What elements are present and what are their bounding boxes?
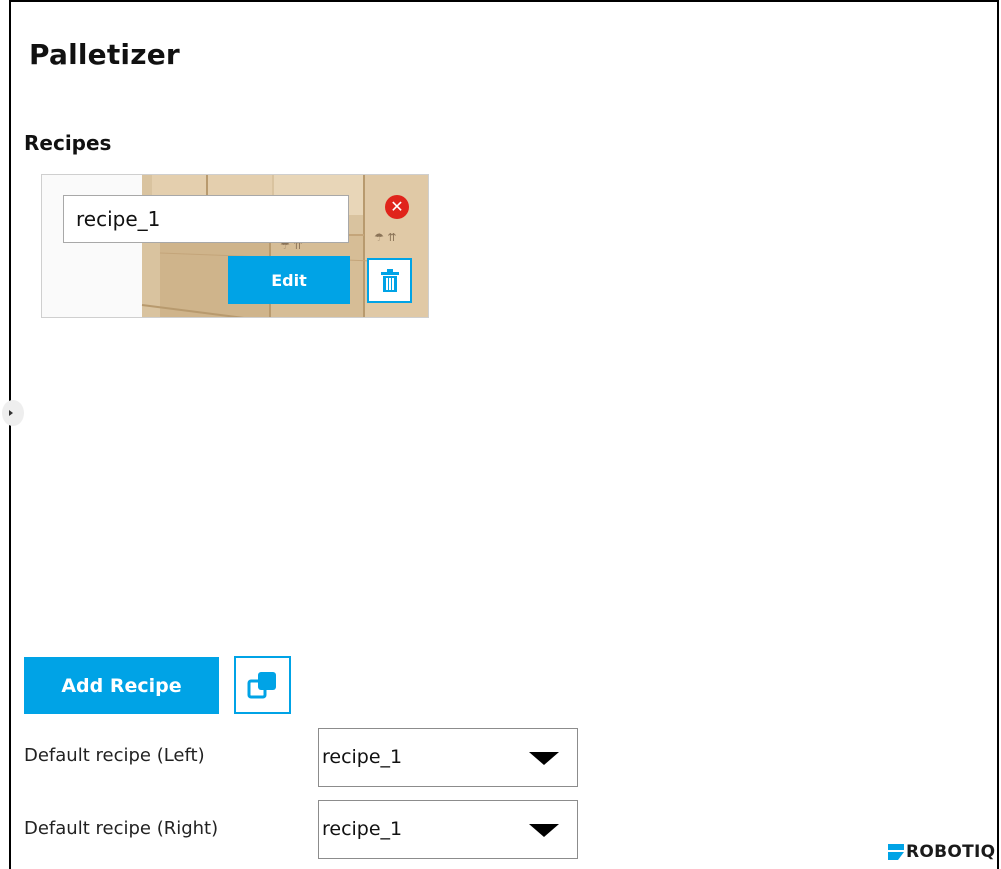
side-panel-handle-icon[interactable] — [2, 400, 24, 426]
recipe-card: ☂ ⇈ ☂ ⇈ ✕ Edit — [41, 174, 429, 318]
copy-recipe-button[interactable] — [234, 656, 291, 714]
robotiq-logo: ROBOTIQ — [888, 841, 995, 863]
page-title: Palletizer — [29, 38, 180, 71]
edit-recipe-button[interactable]: Edit — [228, 256, 350, 304]
logo-text: ROBOTIQ — [906, 842, 996, 862]
default-recipe-right-value: recipe_1 — [322, 818, 403, 840]
close-icon[interactable]: ✕ — [385, 195, 409, 219]
svg-text:☂ ⇈: ☂ ⇈ — [374, 231, 397, 244]
add-recipe-button[interactable]: Add Recipe — [24, 657, 219, 714]
chevron-down-icon — [529, 824, 559, 837]
default-recipe-right-label: Default recipe (Right) — [24, 818, 219, 839]
default-recipe-left-value: recipe_1 — [322, 746, 403, 768]
trash-icon — [380, 268, 399, 292]
chevron-down-icon — [529, 752, 559, 765]
copy-icon — [247, 672, 276, 699]
default-recipe-left-select[interactable]: recipe_1 — [318, 728, 578, 787]
default-recipe-left-label: Default recipe (Left) — [24, 745, 205, 766]
recipe-name-input[interactable] — [63, 195, 349, 243]
robotiq-logo-icon — [888, 844, 904, 860]
default-recipe-right-select[interactable]: recipe_1 — [318, 800, 578, 859]
delete-recipe-button[interactable] — [367, 258, 412, 303]
recipes-section-label: Recipes — [24, 131, 112, 155]
